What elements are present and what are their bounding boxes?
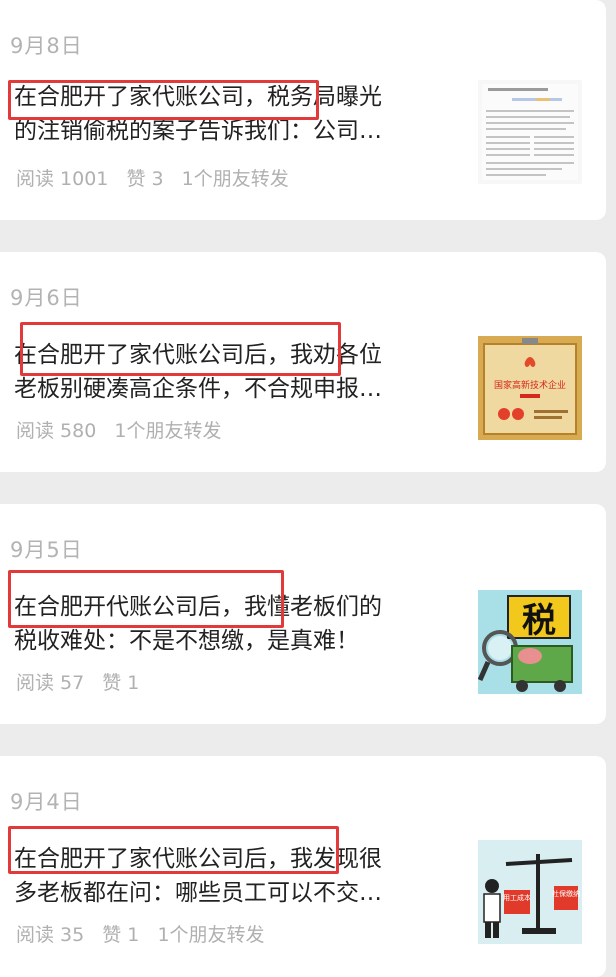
article-title[interactable]: 在合肥开了家代账公司，税务局曝光 的注销偷税的案子告诉我们：公司… xyxy=(14,80,462,148)
friend-shares: 1个朋友转发 xyxy=(181,168,289,190)
friend-shares: 1个朋友转发 xyxy=(114,420,222,442)
document-page-icon xyxy=(482,84,578,180)
article-date: 9月4日 xyxy=(10,790,83,814)
title-line: 在合肥开了家代账公司，税务局曝光 xyxy=(14,84,382,110)
balance-scale-icon: 用工成本 社保缴纳 xyxy=(478,840,582,944)
article-meta: 阅读 1001 赞 3 1个朋友转发 xyxy=(16,164,301,191)
read-count: 阅读 35 xyxy=(16,924,85,946)
title-line: 多老板都在问：哪些员工可以不交… xyxy=(14,880,382,906)
title-line: 税收难处：不是不想缴，是真难！ xyxy=(14,628,359,654)
article-meta: 阅读 57 赞 1 xyxy=(16,668,151,695)
friend-shares: 1个朋友转发 xyxy=(157,924,265,946)
like-count: 赞 1 xyxy=(102,672,140,694)
article-meta: 阅读 580 1个朋友转发 xyxy=(16,416,233,443)
article-date: 9月8日 xyxy=(10,34,83,58)
certificate-icon: 国家高新技术企业 xyxy=(478,336,582,440)
article-card[interactable]: 9月8日 在合肥开了家代账公司，税务局曝光 的注销偷税的案子告诉我们：公司… 阅… xyxy=(0,0,606,220)
scale-label-right: 社保缴纳 xyxy=(552,889,580,898)
article-title[interactable]: 在合肥开了家代账公司后，我发现很 多老板都在问：哪些员工可以不交… xyxy=(14,842,462,910)
article-date: 9月5日 xyxy=(10,538,83,562)
read-count: 阅读 1001 xyxy=(16,168,109,190)
read-count: 阅读 580 xyxy=(16,420,97,442)
certificate-title: 国家高新技术企业 xyxy=(494,379,566,391)
title-line: 老板别硬凑高企条件，不合规申报… xyxy=(14,376,382,402)
scale-label-left: 用工成本 xyxy=(503,893,531,902)
article-card[interactable]: 9月6日 在合肥开了家代账公司后，我劝各位 老板别硬凑高企条件，不合规申报… 阅… xyxy=(0,252,606,472)
article-card[interactable]: 9月4日 在合肥开了家代账公司后，我发现很 多老板都在问：哪些员工可以不交… 阅… xyxy=(0,756,606,977)
article-meta: 阅读 35 赞 1 1个朋友转发 xyxy=(16,920,277,947)
article-title[interactable]: 在合肥开了家代账公司后，我劝各位 老板别硬凑高企条件，不合规申报… xyxy=(14,338,462,406)
title-line: 在合肥开代账公司后，我懂老板们的 xyxy=(14,594,382,620)
like-count: 赞 3 xyxy=(126,168,164,190)
title-line: 在合肥开了家代账公司后，我发现很 xyxy=(14,846,382,872)
article-date: 9月6日 xyxy=(10,286,83,310)
article-thumbnail[interactable]: 税 xyxy=(478,590,582,694)
article-thumbnail[interactable]: 国家高新技术企业 xyxy=(478,336,582,440)
tax-cartoon-icon: 税 xyxy=(478,590,582,694)
article-title[interactable]: 在合肥开代账公司后，我懂老板们的 税收难处：不是不想缴，是真难！ xyxy=(14,590,462,658)
title-line: 的注销偷税的案子告诉我们：公司… xyxy=(14,118,382,144)
read-count: 阅读 57 xyxy=(16,672,85,694)
title-line: 在合肥开了家代账公司后，我劝各位 xyxy=(14,342,382,368)
article-card[interactable]: 9月5日 在合肥开代账公司后，我懂老板们的 税收难处：不是不想缴，是真难！ 阅读… xyxy=(0,504,606,724)
article-thumbnail[interactable] xyxy=(478,80,582,184)
tax-character: 税 xyxy=(522,601,556,641)
like-count: 赞 1 xyxy=(102,924,140,946)
article-thumbnail[interactable]: 用工成本 社保缴纳 xyxy=(478,840,582,944)
